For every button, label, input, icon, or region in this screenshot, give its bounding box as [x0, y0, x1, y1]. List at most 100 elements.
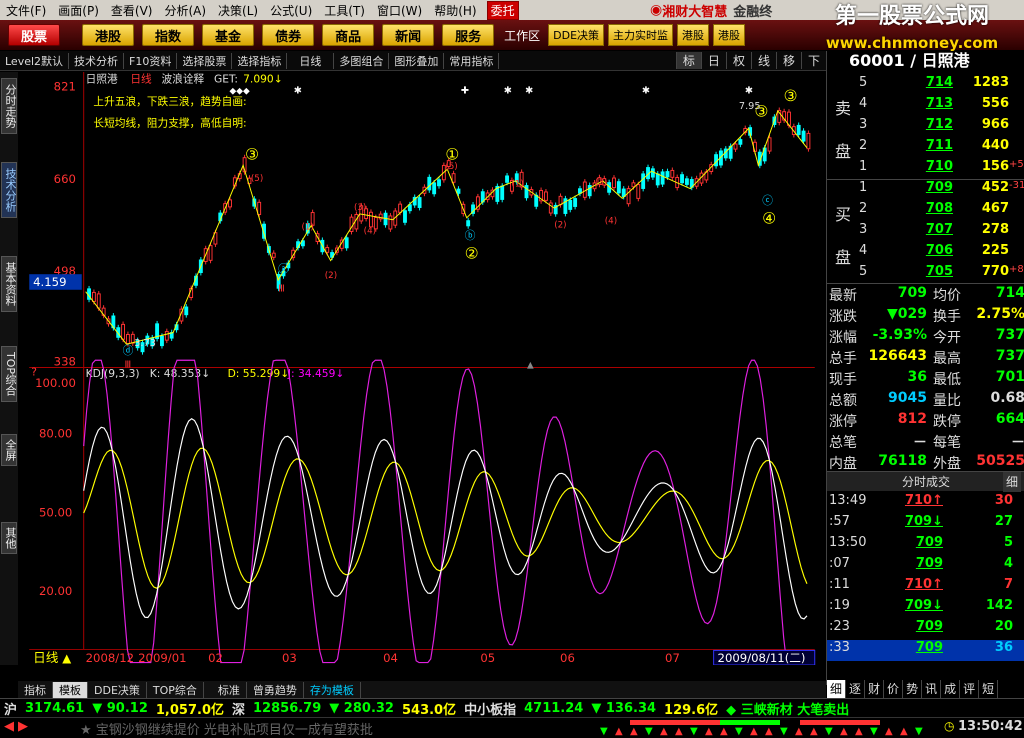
menu-view[interactable]: 查看(V): [105, 2, 159, 19]
menu-window[interactable]: 窗口(W): [371, 2, 428, 19]
trade-row[interactable]: :07 709 4: [827, 556, 1024, 577]
dde-button[interactable]: DDE决策: [548, 24, 605, 46]
tb-f10[interactable]: F10资料: [124, 52, 178, 69]
buy-price[interactable]: 709: [903, 180, 953, 195]
tb-select-indicator[interactable]: 选择指标: [232, 52, 288, 69]
menu-trade[interactable]: 委托: [486, 0, 519, 20]
trade-row[interactable]: 13:50 709 5: [827, 535, 1024, 556]
buy-row[interactable]: 5 705 770 +8: [827, 264, 1024, 285]
buy-price[interactable]: 708: [903, 201, 953, 216]
menu-formula[interactable]: 公式(U): [264, 2, 318, 19]
tb-select-stock[interactable]: 选择股票: [177, 52, 233, 69]
right-tab[interactable]: 逐: [846, 680, 866, 698]
btab-template[interactable]: 模板: [53, 681, 88, 698]
tb-common-indicators[interactable]: 常用指标: [444, 52, 500, 69]
menu-file[interactable]: 文件(F): [0, 2, 52, 19]
main-monitor-button[interactable]: 主力实时监: [608, 24, 674, 46]
sidetab-other[interactable]: 其他: [1, 522, 17, 554]
tb-rights[interactable]: 权: [725, 52, 751, 69]
sidetab-intraday[interactable]: 分时走势: [1, 78, 17, 134]
buy-price[interactable]: 705: [903, 264, 953, 279]
tb-level2[interactable]: Level2默认: [0, 52, 70, 69]
tb-move[interactable]: 移: [775, 52, 801, 69]
trade-row[interactable]: :57 709↓ 27: [827, 514, 1024, 535]
nav-stocks-button[interactable]: 股票: [8, 24, 61, 46]
news-alert[interactable]: ◆ 三峡新材 大笔卖出: [726, 699, 849, 718]
buy-row[interactable]: 2 708 467: [827, 201, 1024, 222]
trade-row[interactable]: :33 709 36: [827, 640, 1024, 661]
sell-row[interactable]: 5 714 1283: [827, 75, 1024, 96]
nav-index-button[interactable]: 指数: [142, 24, 195, 46]
btab-dde[interactable]: DDE决策: [88, 681, 147, 698]
sidetab-technical[interactable]: 技术分析: [1, 162, 17, 218]
buy-price[interactable]: 706: [903, 243, 953, 258]
kdj-header: KDJ(9,3,3): [86, 367, 140, 380]
tb-overlay[interactable]: 图形叠加: [389, 52, 445, 69]
period-arrow-icon[interactable]: ▲: [62, 651, 71, 665]
tb-multi-chart[interactable]: 多图组合: [334, 52, 390, 69]
tb-down[interactable]: 下: [800, 52, 826, 69]
sidetab-fundamentals[interactable]: 基本资料: [1, 256, 17, 312]
sell-row[interactable]: 1 710 156 +5: [827, 159, 1024, 180]
right-tab[interactable]: 评: [960, 680, 980, 698]
nav-bond-button[interactable]: 债券: [262, 24, 315, 46]
trades-detail-button[interactable]: 细: [1002, 472, 1021, 492]
btab-save-template[interactable]: 存为模板: [304, 681, 361, 698]
nav-commodity-button[interactable]: 商品: [322, 24, 375, 46]
tb-daily[interactable]: 日线: [287, 52, 335, 69]
sell-row[interactable]: 2 711 440: [827, 138, 1024, 159]
sell-price[interactable]: 714: [903, 75, 953, 90]
nav-news-button[interactable]: 新闻: [382, 24, 435, 46]
buy-row[interactable]: 4 706 225: [827, 243, 1024, 264]
chart-area[interactable]: 821 660 498 338 4.159 日照港 日线 波浪诠释 GET: 7…: [18, 72, 826, 665]
menu-analysis[interactable]: 分析(A): [158, 2, 212, 19]
tb-mark[interactable]: 标: [675, 52, 701, 69]
sell-row[interactable]: 4 713 556: [827, 96, 1024, 117]
help-icon[interactable]: ?: [31, 365, 37, 378]
workarea-label[interactable]: 工作区: [504, 27, 540, 44]
btab-trend[interactable]: 曾勇趋势: [247, 681, 304, 698]
menu-view-screen[interactable]: 画面(P): [52, 2, 105, 19]
trade-row[interactable]: :19 709↓ 142: [827, 598, 1024, 619]
news-ticker[interactable]: ★ 宝钢沙钢继续提价 光电补贴项目仅一成有望获批: [80, 719, 373, 738]
buy-row[interactable]: 3 707 278: [827, 222, 1024, 243]
tb-tech[interactable]: 技术分析: [69, 52, 125, 69]
sell-price[interactable]: 711: [903, 138, 953, 153]
btab-standard[interactable]: 标准: [212, 681, 247, 698]
right-tab[interactable]: 成: [941, 680, 961, 698]
sidetab-fullscreen[interactable]: 全屏: [1, 434, 17, 466]
menu-tools[interactable]: 工具(T): [318, 2, 371, 19]
sell-price[interactable]: 713: [903, 96, 953, 111]
buy-row[interactable]: 1 709 452 -31: [827, 180, 1024, 201]
right-tab[interactable]: 财: [865, 680, 885, 698]
trade-row[interactable]: :11 710↑ 7: [827, 577, 1024, 598]
hk-button-2[interactable]: 港股: [677, 24, 710, 46]
arrow-left-icon[interactable]: ◀: [4, 719, 14, 734]
trade-row[interactable]: :23 709 20: [827, 619, 1024, 640]
tb-day[interactable]: 日: [700, 52, 726, 69]
right-tab[interactable]: 短: [979, 680, 999, 698]
trades-header[interactable]: 分时成交 细: [827, 471, 1024, 492]
sell-row[interactable]: 3 712 966: [827, 117, 1024, 138]
sidetab-top[interactable]: TOP综合: [1, 346, 17, 402]
menu-help[interactable]: 帮助(H): [428, 2, 482, 19]
sell-price[interactable]: 712: [903, 117, 953, 132]
btab-indicator[interactable]: 指标: [18, 681, 53, 698]
nav-hk-button[interactable]: 港股: [82, 24, 135, 46]
nav-service-button[interactable]: 服务: [442, 24, 495, 46]
hk-button-3[interactable]: 港股: [713, 24, 746, 46]
sell-price[interactable]: 710: [903, 159, 953, 174]
btab-top[interactable]: TOP综合: [147, 681, 204, 698]
nav-fund-button[interactable]: 基金: [202, 24, 255, 46]
menu-decision[interactable]: 决策(L): [212, 2, 264, 19]
right-tab[interactable]: 讯: [922, 680, 942, 698]
right-tab[interactable]: 细: [827, 680, 847, 698]
buy-price[interactable]: 707: [903, 222, 953, 237]
right-tab[interactable]: 势: [903, 680, 923, 698]
arrow-right-icon[interactable]: ▶: [18, 719, 28, 734]
tb-line[interactable]: 线: [750, 52, 776, 69]
right-tab[interactable]: 价: [884, 680, 904, 698]
splitter-handle-icon[interactable]: ▲: [527, 361, 534, 371]
trade-row[interactable]: 13:49 710↑ 30: [827, 493, 1024, 514]
period-label[interactable]: 日线: [33, 650, 59, 665]
